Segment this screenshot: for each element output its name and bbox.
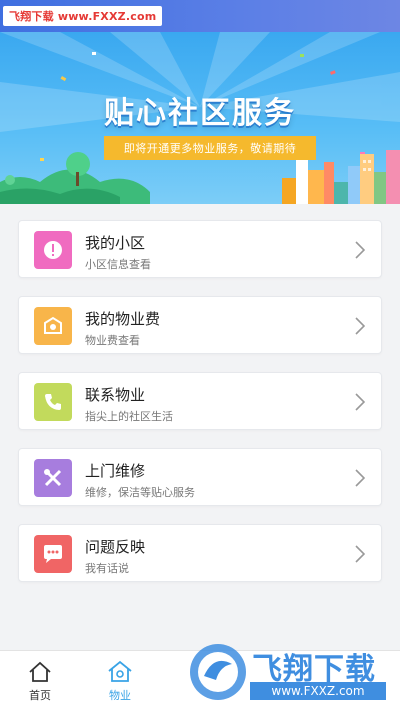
chevron-right-icon <box>355 241 365 259</box>
banner-ribbon: 即将开通更多物业服务，敬请期待 <box>104 136 316 160</box>
tab-property[interactable]: 物业 <box>80 651 160 713</box>
tab-home[interactable]: 首页 <box>0 651 80 713</box>
watermark-bottom: 飞翔下载 www.FXXZ.com <box>186 640 400 706</box>
menu-item-title: 联系物业 <box>85 386 146 404</box>
watermark-top: 飞翔下载 www.FXXZ.com <box>3 6 163 26</box>
menu-item-my-community[interactable]: 我的小区 小区信息查看 <box>18 220 382 278</box>
tab-label: 首页 <box>29 689 51 702</box>
menu-item-subtitle: 我有话说 <box>85 562 129 575</box>
menu-item-subtitle: 维修，保洁等贴心服务 <box>85 486 195 499</box>
menu-item-feedback[interactable]: 问题反映 我有话说 <box>18 524 382 582</box>
service-menu: 我的小区 小区信息查看 我的物业费 物业费查看 联系物业 指尖上的社区生活 上门… <box>18 220 382 600</box>
menu-item-title: 问题反映 <box>85 538 146 556</box>
watermark-url: www.FXXZ.com <box>250 682 386 700</box>
menu-item-property-fee[interactable]: 我的物业费 物业费查看 <box>18 296 382 354</box>
tools-icon <box>34 459 72 497</box>
chevron-right-icon <box>355 317 365 335</box>
menu-item-repair[interactable]: 上门维修 维修，保洁等贴心服务 <box>18 448 382 506</box>
watermark-logo-icon <box>190 644 246 700</box>
menu-item-title: 我的小区 <box>85 234 146 252</box>
chat-icon <box>34 535 72 573</box>
chevron-right-icon <box>355 393 365 411</box>
tab-label: 物业 <box>109 689 131 702</box>
community-banner[interactable]: 贴心社区服务 即将开通更多物业服务，敬请期待 <box>0 32 400 204</box>
home-icon <box>29 661 51 682</box>
wallet-icon <box>34 307 72 345</box>
alert-icon <box>34 231 72 269</box>
menu-item-title: 上门维修 <box>85 462 146 480</box>
status-bar: 飞翔下载 www.FXXZ.com <box>0 0 400 32</box>
menu-item-contact-property[interactable]: 联系物业 指尖上的社区生活 <box>18 372 382 430</box>
building-icon <box>108 660 132 682</box>
menu-item-title: 我的物业费 <box>85 310 161 328</box>
menu-item-subtitle: 指尖上的社区生活 <box>85 410 173 423</box>
banner-title: 贴心社区服务 <box>104 96 296 131</box>
menu-item-subtitle: 小区信息查看 <box>85 258 151 271</box>
chevron-right-icon <box>355 469 365 487</box>
chevron-right-icon <box>355 545 365 563</box>
menu-item-subtitle: 物业费查看 <box>85 334 140 347</box>
phone-icon <box>34 383 72 421</box>
